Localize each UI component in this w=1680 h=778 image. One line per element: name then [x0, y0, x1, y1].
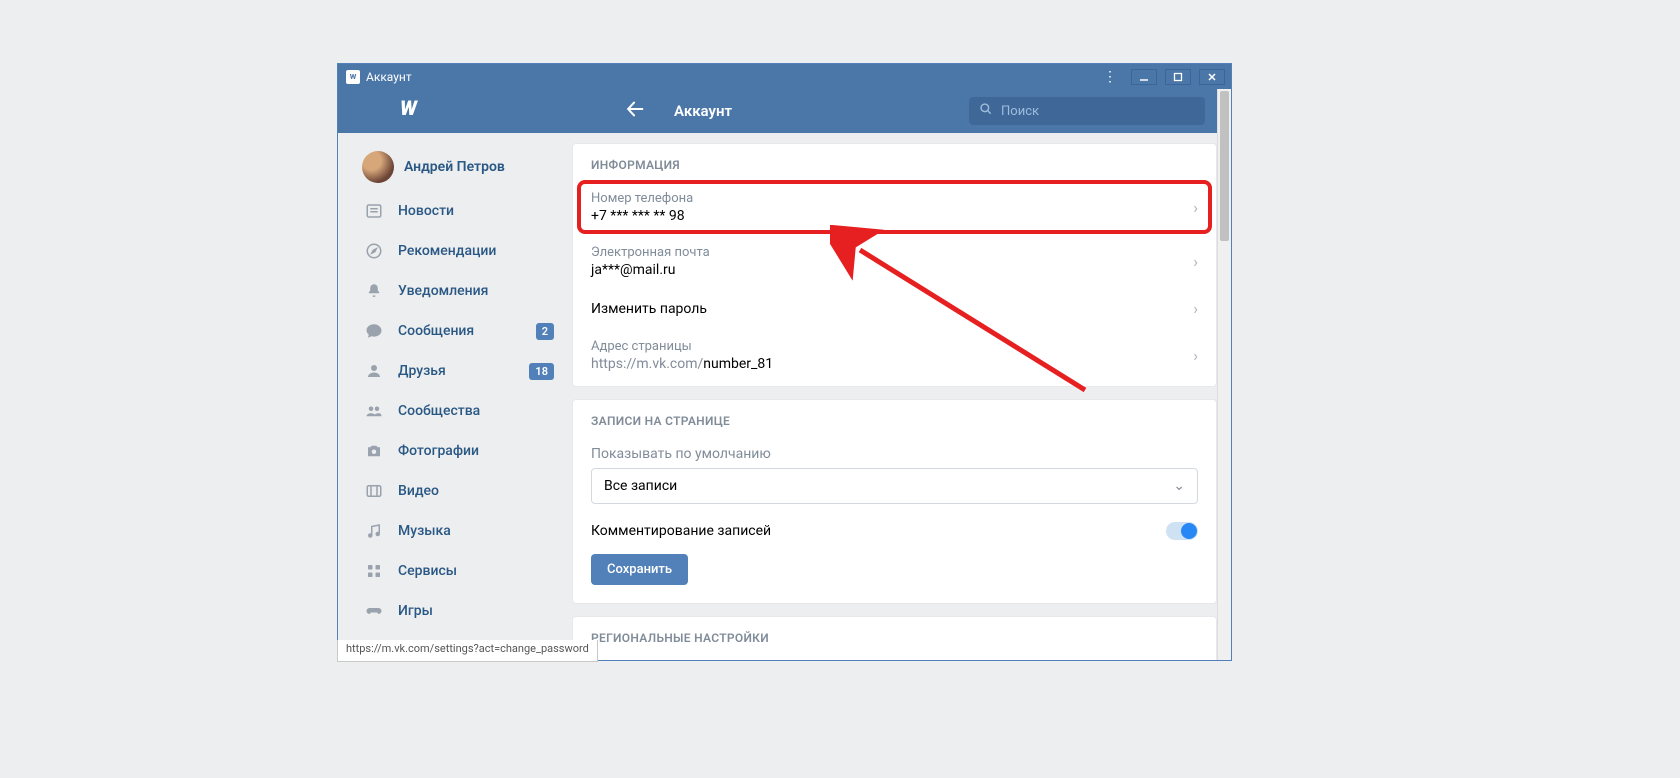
sidebar-item-label: Видео	[398, 483, 554, 499]
chevron-right-icon: ›	[1193, 198, 1198, 217]
language-label: Язык:	[573, 653, 1216, 660]
phone-row[interactable]: Номер телефона +7 *** *** ** 98 ›	[573, 180, 1216, 234]
sidebar-item-communities[interactable]: Сообщества	[338, 391, 570, 431]
music-icon	[364, 521, 384, 541]
chevron-right-icon: ›	[1193, 346, 1198, 365]
save-button[interactable]: Сохранить	[591, 554, 688, 585]
kebab-menu-icon[interactable]: ⋮	[1095, 69, 1125, 85]
url-value: https://m.vk.com/number_81	[591, 356, 1193, 372]
chevron-down-icon: ⌄	[1173, 478, 1185, 494]
posts-header: ЗАПИСИ НА СТРАНИЦЕ	[573, 400, 1216, 436]
sidebar-item-label: Игры	[398, 603, 554, 619]
avatar	[362, 151, 394, 183]
sidebar-item-video[interactable]: Видео	[338, 471, 570, 511]
chevron-right-icon: ›	[1193, 252, 1198, 271]
sidebar-item-label: Фотографии	[398, 443, 554, 459]
film-icon	[364, 481, 384, 501]
sidebar-item-label: Музыка	[398, 523, 554, 539]
search-box[interactable]	[969, 97, 1205, 125]
vk-app-icon: w	[346, 70, 360, 84]
comments-toggle-row: Комментирование записей	[573, 518, 1216, 554]
status-link-preview: https://m.vk.com/settings?act=change_pas…	[337, 640, 598, 662]
main: ИНФОРМАЦИЯ Номер телефона +7 *** *** ** …	[570, 133, 1217, 660]
comments-toggle[interactable]	[1166, 522, 1198, 540]
compass-icon	[364, 241, 384, 261]
app-window: w Аккаунт ⋮ W Аккаунт	[337, 63, 1232, 661]
client-area: W Аккаунт Андрей Петров	[338, 89, 1231, 660]
change-password-label: Изменить пароль	[591, 301, 1193, 317]
email-value: ja***@mail.ru	[591, 262, 1193, 278]
sidebar-item-friends[interactable]: Друзья 18	[338, 351, 570, 391]
grid-icon	[364, 561, 384, 581]
vk-logo[interactable]: W	[354, 97, 436, 125]
sidebar-item-label: Уведомления	[398, 283, 554, 299]
sidebar-item-label: Рекомендации	[398, 243, 554, 259]
chevron-right-icon: ›	[1193, 299, 1198, 318]
profile-name: Андрей Петров	[404, 159, 505, 175]
posts-card: ЗАПИСИ НА СТРАНИЦЕ Показывать по умолчан…	[572, 399, 1217, 604]
default-show-label: Показывать по умолчанию	[573, 436, 1216, 468]
comments-label: Комментирование записей	[591, 523, 771, 539]
camera-icon	[364, 441, 384, 461]
sidebar-item-photos[interactable]: Фотографии	[338, 431, 570, 471]
info-header: ИНФОРМАЦИЯ	[573, 144, 1216, 180]
close-button[interactable]	[1199, 69, 1225, 85]
badge: 18	[529, 363, 554, 380]
back-arrow-icon[interactable]	[624, 98, 646, 125]
search-input[interactable]	[1001, 104, 1195, 119]
person-icon	[364, 361, 384, 381]
title-bar: w Аккаунт ⋮	[338, 64, 1231, 89]
sidebar-item-messages[interactable]: Сообщения 2	[338, 311, 570, 351]
sidebar-item-label: Сервисы	[398, 563, 554, 579]
sidebar-item-services[interactable]: Сервисы	[338, 551, 570, 591]
sidebar-item-label: Друзья	[398, 363, 515, 379]
profile-row[interactable]: Андрей Петров	[338, 143, 570, 191]
search-icon	[979, 102, 993, 120]
phone-value: +7 *** *** ** 98	[591, 208, 1193, 224]
email-label: Электронная почта	[591, 245, 1193, 260]
news-icon	[364, 201, 384, 221]
content: Андрей Петров Новости Рекомендации Уведо…	[338, 133, 1231, 660]
sidebar-item-music[interactable]: Музыка	[338, 511, 570, 551]
page-title: Аккаунт	[674, 102, 732, 120]
sidebar: Андрей Петров Новости Рекомендации Уведо…	[338, 133, 570, 660]
sidebar-item-recommendations[interactable]: Рекомендации	[338, 231, 570, 271]
sidebar-item-news[interactable]: Новости	[338, 191, 570, 231]
url-label: Адрес страницы	[591, 339, 1193, 354]
default-show-select[interactable]: Все записи ⌄	[591, 468, 1198, 504]
badge: 2	[536, 323, 554, 340]
phone-label: Номер телефона	[591, 191, 1193, 206]
svg-text:W: W	[400, 97, 418, 119]
profile-url-row[interactable]: Адрес страницы https://m.vk.com/number_8…	[573, 328, 1216, 382]
minimize-button[interactable]	[1131, 69, 1157, 85]
email-row[interactable]: Электронная почта ja***@mail.ru ›	[573, 234, 1216, 288]
sidebar-item-games[interactable]: Игры	[338, 591, 570, 631]
sidebar-item-notifications[interactable]: Уведомления	[338, 271, 570, 311]
sidebar-item-label: Сообщения	[398, 323, 522, 339]
scrollbar-thumb[interactable]	[1220, 91, 1229, 241]
change-password-row[interactable]: Изменить пароль ›	[573, 288, 1216, 328]
sidebar-item-label: Новости	[398, 203, 554, 219]
sidebar-item-label: Сообщества	[398, 403, 554, 419]
group-icon	[364, 401, 384, 421]
select-value: Все записи	[604, 478, 677, 494]
scrollbar[interactable]	[1217, 89, 1231, 660]
regional-header: РЕГИОНАЛЬНЫЕ НАСТРОЙКИ	[573, 617, 1216, 653]
top-nav: W Аккаунт	[338, 89, 1231, 133]
window-title: Аккаунт	[366, 70, 1089, 84]
bell-icon	[364, 281, 384, 301]
chat-icon	[364, 321, 384, 341]
maximize-button[interactable]	[1165, 69, 1191, 85]
gamepad-icon	[364, 601, 384, 621]
info-card: ИНФОРМАЦИЯ Номер телефона +7 *** *** ** …	[572, 143, 1217, 387]
regional-card: РЕГИОНАЛЬНЫЕ НАСТРОЙКИ Язык:	[572, 616, 1217, 660]
